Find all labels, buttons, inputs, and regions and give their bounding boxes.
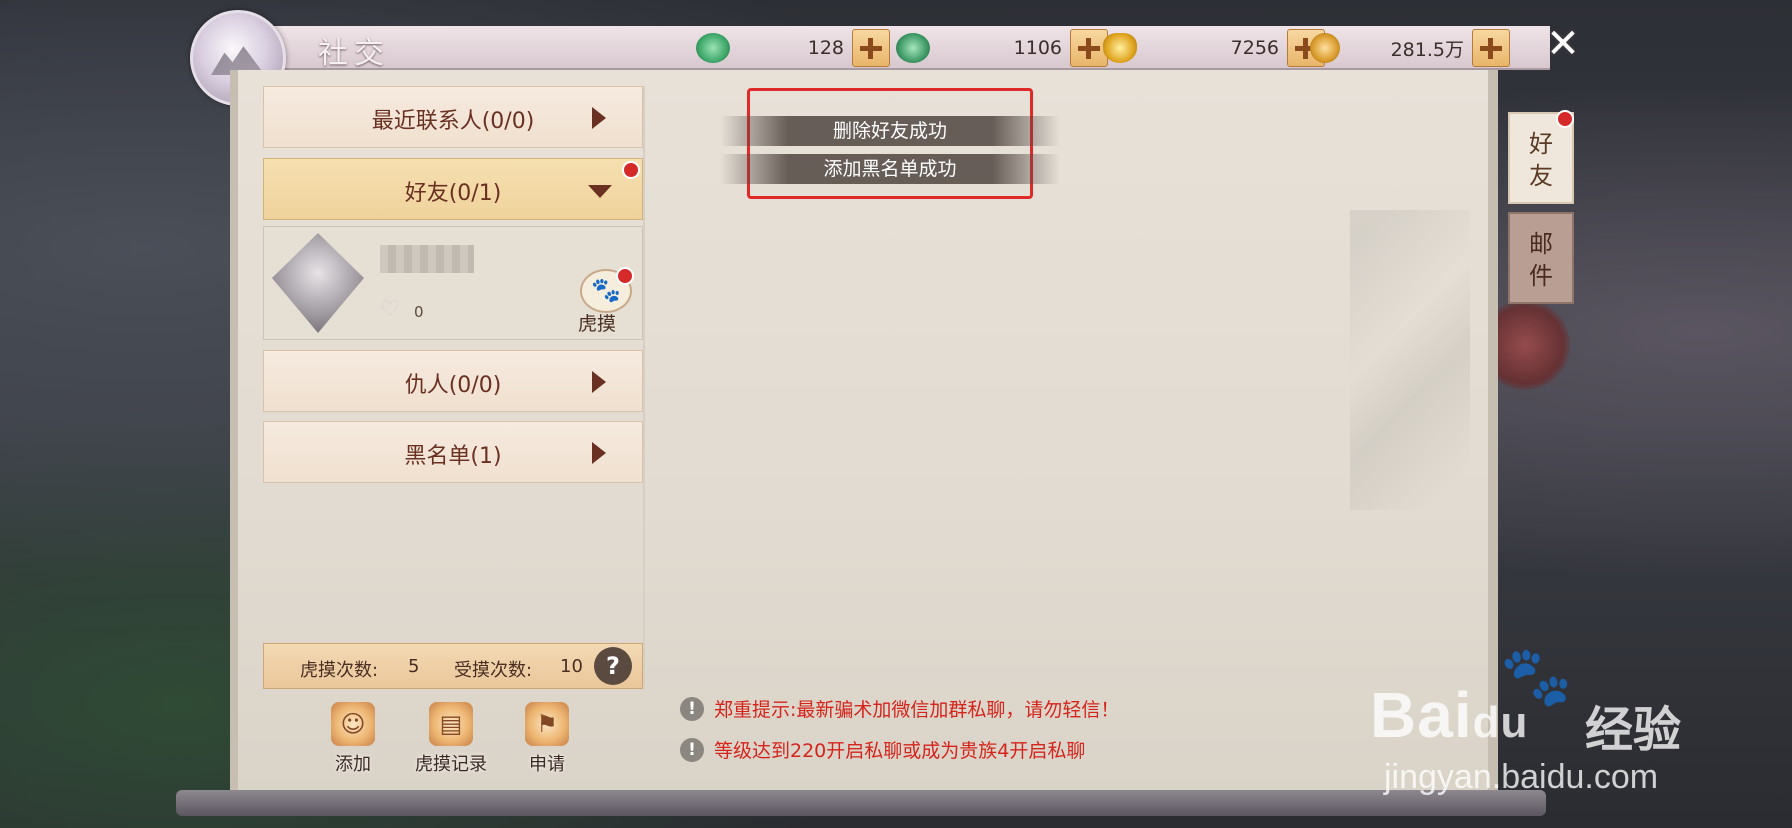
- currency-jade: 128: [696, 29, 890, 67]
- pet-count-value: 5: [408, 656, 420, 677]
- add-coin-button[interactable]: [1472, 29, 1510, 67]
- category-blacklist[interactable]: 黑名单(1): [263, 421, 643, 483]
- pet-stats-bar: 虎摸次数: 5 受摸次数: 10 ?: [263, 643, 643, 689]
- exclamation-icon: !: [680, 696, 704, 721]
- button-label: 添加: [335, 754, 371, 775]
- exclamation-icon: !: [680, 737, 704, 762]
- category-label: 好友(0/1): [404, 181, 502, 206]
- category-enemies[interactable]: 仇人(0/0): [263, 350, 643, 412]
- warning-row: ! 等级达到220开启私聊或成为贵族4开启私聊: [680, 736, 1085, 763]
- watermark-url: jingyan.baidu.com: [1384, 758, 1659, 796]
- bound-jade-icon: [896, 33, 930, 63]
- friend-avatar: [272, 233, 364, 333]
- pet-count-label: 虎摸次数:: [300, 660, 379, 681]
- chevron-right-icon: [592, 442, 606, 464]
- help-icon[interactable]: ?: [594, 647, 632, 685]
- button-label: 申请: [529, 754, 565, 775]
- toast-message: 删除好友成功: [720, 116, 1060, 146]
- toast-message: 添加黑名单成功: [720, 154, 1060, 184]
- chevron-right-icon: [592, 107, 606, 129]
- heart-icon: ♡: [380, 297, 400, 322]
- category-label: 最近联系人(0/0): [371, 109, 535, 134]
- currency-value: 128: [807, 37, 844, 59]
- currency-gold: 7256: [1103, 29, 1325, 67]
- copper-coin-icon: [1310, 33, 1340, 63]
- flag-icon: ⚑: [525, 702, 569, 746]
- tab-friends[interactable]: 好友: [1508, 110, 1574, 204]
- add-friend-icon: ☺: [331, 702, 375, 746]
- close-icon[interactable]: ✕: [1543, 24, 1583, 64]
- add-friend-button[interactable]: ☺ 添加: [308, 702, 398, 776]
- book-icon: ▤: [429, 702, 473, 746]
- currency-value: 281.5万: [1390, 38, 1464, 61]
- chevron-right-icon: [592, 371, 606, 393]
- tab-label: 邮件: [1529, 230, 1553, 290]
- friend-list-item[interactable]: ♡ 0 🐾 虎摸: [263, 226, 643, 340]
- warning-text: 郑重提示:最新骗术加微信加群私聊，请勿轻信！: [714, 699, 1120, 721]
- scroll-roller: [176, 790, 1546, 816]
- category-label: 仇人(0/0): [404, 373, 502, 398]
- received-count-label: 受摸次数:: [454, 660, 533, 681]
- warning-row: ! 郑重提示:最新骗术加微信加群私聊，请勿轻信！: [680, 695, 1119, 722]
- notification-dot: [1556, 110, 1574, 128]
- jade-icon: [696, 33, 730, 63]
- baidu-watermark: 🐾 Baidu 经验 jingyan.baidu.com: [1370, 640, 1770, 820]
- page-title: 社交: [318, 36, 390, 71]
- currency-value: 7256: [1230, 37, 1279, 59]
- chevron-down-icon: [588, 185, 612, 198]
- pet-log-button[interactable]: ▤ 虎摸记录: [406, 702, 496, 776]
- category-label: 黑名单(1): [404, 444, 502, 469]
- warning-text: 等级达到220开启私聊或成为贵族4开启私聊: [714, 740, 1086, 762]
- currency-value: 1106: [1013, 37, 1062, 59]
- requests-button[interactable]: ⚑ 申请: [502, 702, 592, 776]
- currency-coin: 281.5万: [1310, 29, 1510, 67]
- notification-dot: [616, 267, 634, 285]
- column-divider: [643, 86, 645, 686]
- watermark-suffix: 经验: [1585, 702, 1682, 758]
- currency-bound-jade: 1106: [896, 29, 1108, 67]
- watermark-brand: Baidu: [1370, 679, 1529, 751]
- ink-decoration: [1350, 210, 1470, 510]
- tab-label: 好友: [1529, 130, 1553, 190]
- friend-name-blurred: [380, 245, 474, 273]
- notification-dot: [622, 161, 640, 179]
- friend-likes: 0: [414, 303, 424, 321]
- received-count-value: 10: [560, 656, 583, 677]
- gold-ingot-icon: [1103, 33, 1137, 63]
- category-friends[interactable]: 好友(0/1): [263, 158, 643, 220]
- button-label: 虎摸记录: [415, 754, 487, 775]
- category-recent-contacts[interactable]: 最近联系人(0/0): [263, 86, 643, 148]
- add-jade-button[interactable]: [852, 29, 890, 67]
- tab-mail[interactable]: 邮件: [1508, 212, 1574, 304]
- pet-action-label: 虎摸: [578, 313, 617, 335]
